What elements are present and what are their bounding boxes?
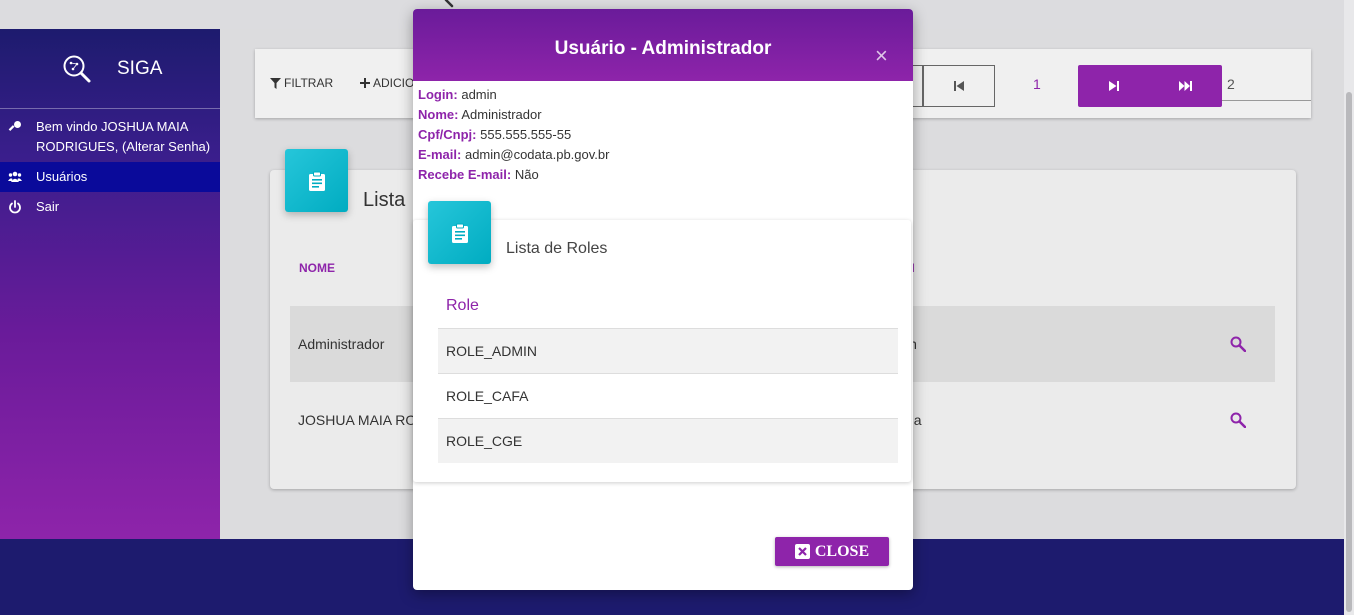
info-label: Recebe E-mail:	[418, 167, 512, 182]
close-label: CLOSE	[814, 542, 870, 560]
sidebar-item-label: Usuários	[36, 169, 88, 184]
sidebar-item-label: Sair	[36, 199, 60, 214]
brand[interactable]: SIGA	[0, 29, 220, 109]
role-row: ROLE_ADMIN	[438, 328, 898, 373]
fast-forward-icon	[1179, 81, 1192, 91]
logo-magnifier-icon	[63, 55, 91, 82]
roles-title: Lista de Roles	[506, 240, 608, 257]
page-2-link[interactable]: 2	[1227, 76, 1235, 92]
modal-close-icon[interactable]: ×	[875, 45, 888, 67]
row-name: JOSHUA MAIA RO	[298, 412, 417, 428]
pager-prev-edge[interactable]	[913, 65, 923, 107]
page-1-link[interactable]: 1	[1033, 76, 1041, 92]
info-label: Login:	[418, 87, 458, 102]
user-details-modal: Usuário - Administrador × Login: admin N…	[413, 9, 913, 590]
sidebar-item-label: Bem vindo JOSHUA MAIA RODRIGUES, (Altera…	[36, 119, 211, 154]
close-box-icon	[794, 544, 810, 559]
role-name: ROLE_CAFA	[446, 388, 529, 404]
role-name: ROLE_CGE	[446, 433, 523, 449]
info-value: 555.555.555-55	[480, 127, 572, 142]
sidebar-item-logout[interactable]: Sair	[0, 192, 220, 222]
clipboard-icon	[451, 223, 468, 243]
info-name: Nome: Administrador	[418, 105, 542, 125]
view-search-icon[interactable]	[1230, 412, 1246, 428]
roles-column-header[interactable]: Role	[446, 297, 479, 315]
scrollbar-thumb[interactable]	[1346, 92, 1352, 612]
filter-button[interactable]: FILTRAR	[270, 76, 333, 90]
info-receive-email: Recebe E-mail: Não	[418, 165, 539, 185]
list-card-icon	[285, 149, 348, 212]
last-page-button[interactable]	[1150, 80, 1222, 92]
page-scrollbar[interactable]	[1344, 0, 1354, 615]
power-icon	[9, 200, 21, 214]
add-label: ADICIO	[373, 76, 415, 90]
info-label: Nome:	[418, 107, 459, 122]
first-page-button[interactable]	[923, 65, 995, 107]
list-title: Lista	[363, 189, 406, 211]
plus-icon	[360, 78, 370, 88]
role-name: ROLE_ADMIN	[446, 343, 538, 359]
add-button[interactable]: ADICIO	[360, 76, 414, 90]
info-login: Login: admin	[418, 85, 497, 105]
info-label: E-mail:	[418, 147, 462, 162]
sidebar-item-welcome[interactable]: Bem vindo JOSHUA MAIA RODRIGUES, (Altera…	[0, 112, 220, 162]
clipboard-icon	[308, 171, 325, 191]
sidebar: SIGA Bem vindo JOSHUA MAIA RODRIGUES, (A…	[0, 29, 220, 539]
info-email: E-mail: admin@codata.pb.gov.br	[418, 145, 609, 165]
pager-underline	[1222, 100, 1311, 101]
roles-card-icon	[428, 201, 491, 264]
skip-previous-icon	[954, 81, 964, 91]
info-value: admin@codata.pb.gov.br	[464, 147, 610, 162]
role-row: ROLE_CGE	[438, 418, 898, 463]
filter-icon	[270, 77, 281, 89]
close-button[interactable]: CLOSE	[775, 537, 889, 566]
filter-label: FILTRAR	[284, 76, 334, 90]
top-search-icon	[444, 0, 454, 8]
modal-header: Usuário - Administrador ×	[413, 9, 913, 81]
info-cpf: Cpf/Cnpj: 555.555.555-55	[418, 125, 571, 145]
view-search-icon[interactable]	[1230, 336, 1246, 352]
next-buttons-group	[1078, 65, 1222, 107]
role-row: ROLE_CAFA	[438, 373, 898, 418]
info-label: Cpf/Cnpj:	[418, 127, 477, 142]
modal-title: Usuário - Administrador	[554, 38, 772, 59]
users-icon	[8, 171, 22, 182]
row-name: Administrador	[298, 336, 385, 352]
app-name: SIGA	[117, 57, 163, 79]
info-value: Não	[514, 167, 539, 182]
sidebar-item-users[interactable]: Usuários	[0, 162, 220, 192]
info-value: Administrador	[461, 107, 542, 122]
key-icon	[8, 121, 21, 131]
info-value: admin	[461, 87, 497, 102]
skip-next-icon	[1109, 81, 1119, 91]
column-header-name[interactable]: NOME	[299, 261, 335, 275]
next-page-button[interactable]	[1078, 80, 1150, 92]
